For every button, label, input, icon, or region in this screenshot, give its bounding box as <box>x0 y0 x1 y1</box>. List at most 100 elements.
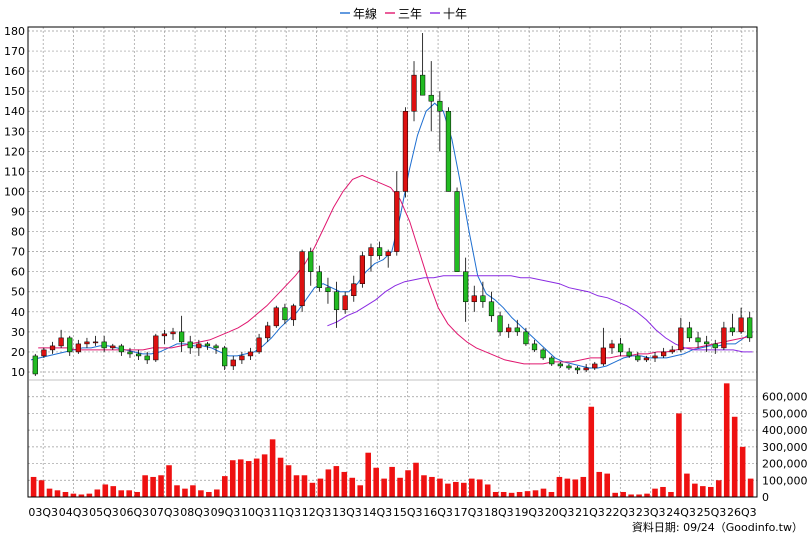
candle-body <box>394 191 400 252</box>
candle-body <box>721 327 727 349</box>
candle-body <box>609 343 615 349</box>
volume-bar <box>644 493 650 497</box>
x-tick-label: 21Q3 <box>575 506 605 519</box>
candle-body <box>282 307 288 321</box>
volume-bar <box>269 439 276 497</box>
candle-body <box>144 355 150 361</box>
volume-bar <box>325 469 332 497</box>
volume-bar <box>277 457 284 497</box>
x-tick-label: 11Q3 <box>271 506 301 519</box>
price-tick-label: 80 <box>11 226 25 239</box>
volume-bar <box>30 476 37 497</box>
volume-tick-label: 100,000 <box>762 474 808 487</box>
volume-bar <box>524 491 531 497</box>
price-tick-label: 50 <box>11 286 25 299</box>
candle-body <box>488 301 495 317</box>
x-tick-label: 20Q3 <box>545 506 575 519</box>
volume-bar <box>564 478 571 497</box>
volume-bar <box>333 466 340 497</box>
candle-body <box>686 327 693 339</box>
candle-body <box>342 295 348 311</box>
candle-body <box>265 325 271 339</box>
candle-body <box>290 305 297 321</box>
x-tick-label: 23Q3 <box>636 506 666 519</box>
x-tick-label: 19Q3 <box>514 506 544 519</box>
candle-body <box>385 251 391 256</box>
volume-bar <box>620 491 626 497</box>
candle-body <box>661 351 667 357</box>
candle-body <box>222 347 228 367</box>
volume-bar <box>62 491 69 497</box>
volume-bar <box>715 480 722 497</box>
candle-body <box>239 355 245 361</box>
price-tick-label: 60 <box>11 266 25 279</box>
volume-bar <box>261 454 268 497</box>
ma-line-1 <box>30 102 753 369</box>
volume-bar <box>182 488 188 497</box>
volume-bar <box>293 475 300 497</box>
volume-bar <box>540 488 547 497</box>
volume-bar <box>461 482 467 497</box>
volume-bar <box>54 490 61 497</box>
candle-body <box>67 337 73 353</box>
candle-body <box>704 341 710 345</box>
candle-body <box>196 343 202 349</box>
candle-body <box>437 100 443 112</box>
volume-bar <box>190 485 196 497</box>
candle-body <box>402 110 409 192</box>
legend: 年線 三年 十年 <box>340 6 467 21</box>
x-tick-label: 26Q3 <box>727 506 757 519</box>
candle-body <box>669 349 675 353</box>
volume-bar <box>468 478 475 497</box>
volume-bar <box>413 462 419 497</box>
volume-tick-label: 0 <box>762 491 769 504</box>
candle-body <box>325 287 331 292</box>
candle-body <box>557 363 563 367</box>
price-tick-label: 150 <box>4 85 25 98</box>
candle-body <box>187 341 193 349</box>
volume-bar <box>206 491 212 497</box>
candle-body <box>497 315 503 333</box>
candle-body <box>471 295 477 303</box>
candle-body <box>368 247 374 256</box>
price-tick-label: 20 <box>11 346 25 359</box>
volume-bar <box>46 488 53 497</box>
candle-body <box>256 337 262 353</box>
volume-bar <box>198 490 204 497</box>
volume-bar <box>421 475 427 497</box>
volume-bar <box>516 491 523 497</box>
candle-body <box>153 335 159 361</box>
candle-body <box>118 345 124 353</box>
volume-bar <box>405 470 411 497</box>
volume-bar <box>588 406 595 497</box>
candle-body <box>411 74 417 112</box>
volume-bar <box>158 475 164 497</box>
volume-bar <box>532 490 539 497</box>
candle-body <box>428 94 434 102</box>
candle-body <box>635 355 641 361</box>
candle-body <box>41 349 47 357</box>
candle-body <box>75 343 81 353</box>
candle-body <box>506 327 512 333</box>
candle-body <box>531 343 538 351</box>
candle-body <box>308 251 314 272</box>
x-tick-label: 10Q3 <box>241 506 271 519</box>
volume-bar <box>572 479 579 497</box>
volume-bar <box>747 478 754 497</box>
volume-bar <box>500 491 507 497</box>
volume-bar <box>668 491 674 497</box>
volume-bar <box>309 482 316 497</box>
ma-line-3 <box>327 275 753 353</box>
volume-bar <box>731 416 738 497</box>
volume-bar <box>301 475 308 497</box>
volume-bar <box>229 460 236 497</box>
volume-bar <box>214 489 220 497</box>
candle-body <box>49 345 56 351</box>
volume-bar <box>365 452 371 497</box>
candle-body <box>376 247 383 256</box>
volume-bar <box>723 383 730 497</box>
candle-body <box>110 345 116 349</box>
stock-chart: 10 20 30 40 50 60 70 80 90 100 110 120 130 140 150 160 1… <box>4 6 808 534</box>
volume-bar <box>580 476 587 497</box>
candle-body <box>729 327 736 333</box>
